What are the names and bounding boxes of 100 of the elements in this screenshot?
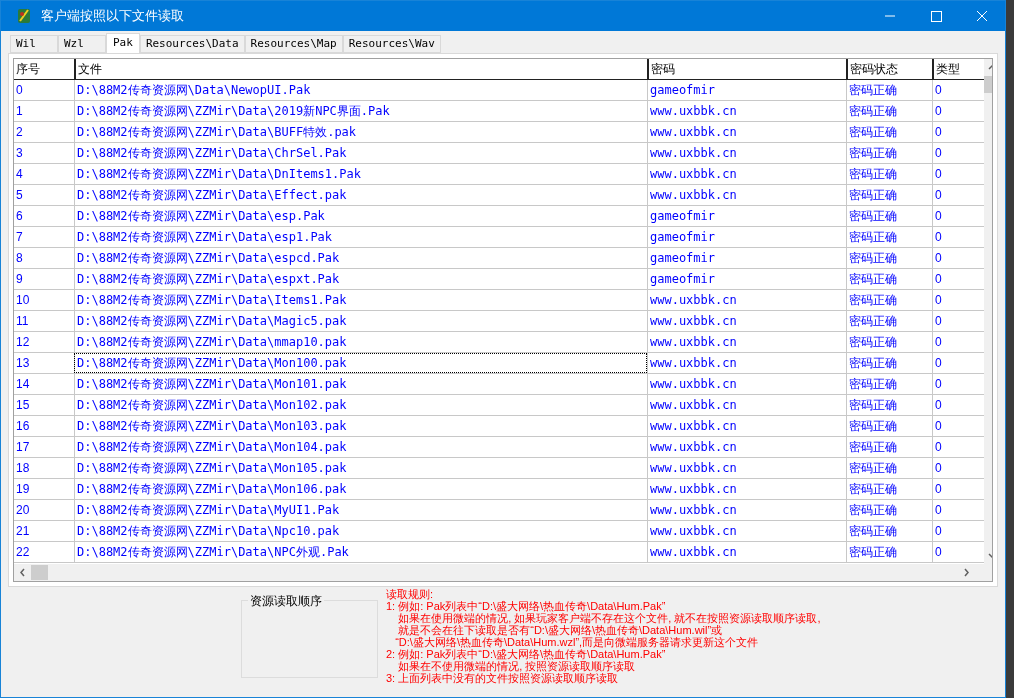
index-cell-text: 19 — [15, 481, 31, 498]
status-cell: 密码正确 — [846, 311, 932, 331]
file-cell: D:\88M2传奇资源网\ZZMir\Data\Mon104.pak — [74, 437, 647, 457]
password-cell: www.uxbbk.cn — [647, 311, 846, 331]
index-cell-text: 8 — [15, 250, 24, 267]
status-cell: 密码正确 — [846, 374, 932, 394]
rule-text: 就是不会在往下读取是否有“D:\盛大网络\热血传奇\Data\Hum.wil”或 — [397, 624, 723, 636]
index-cell-text: 11 — [15, 313, 30, 330]
file-cell: D:\88M2传奇资源网\ZZMir\Data\mmap10.pak — [74, 332, 647, 352]
status-cell: 密码正确 — [846, 248, 932, 268]
rule-text: 3: 上面列表中没有的文件按照资源读取顺序读取 — [386, 672, 619, 684]
file-cell: D:\88M2传奇资源网\ZZMir\Data\Mon105.pak — [74, 458, 647, 478]
tab[interactable]: Resources\Map — [244, 35, 343, 53]
column-header[interactable]: 密码状态 — [846, 59, 932, 79]
index-cell-text: 14 — [15, 376, 31, 393]
status-cell: 密码正确 — [846, 290, 932, 310]
index-cell-text: 6 — [15, 208, 24, 225]
index-cell-text: 16 — [15, 418, 31, 435]
status-cell: 密码正确 — [846, 80, 932, 100]
index-cell-text: 10 — [15, 292, 31, 309]
column-header[interactable]: 文件 — [74, 59, 647, 79]
status-cell: 密码正确 — [846, 143, 932, 163]
file-cell: D:\88M2传奇资源网\ZZMir\Data\ChrSel.Pak — [74, 143, 647, 163]
index-cell-text: 5 — [15, 187, 24, 204]
horizontal-scrollbar[interactable] — [14, 564, 992, 581]
rule-text: 读取规则: — [386, 588, 435, 600]
index-cell-text: 21 — [15, 523, 31, 540]
status-cell: 密码正确 — [846, 227, 932, 247]
file-cell: D:\88M2传奇资源网\ZZMir\Data\Magic5.pak — [74, 311, 647, 331]
status-cell: 密码正确 — [846, 185, 932, 205]
password-cell: www.uxbbk.cn — [647, 164, 846, 184]
scroll-thumb[interactable] — [31, 565, 48, 580]
password-cell: www.uxbbk.cn — [647, 332, 846, 352]
password-cell: gameofmir — [647, 269, 846, 289]
status-cell: 密码正确 — [846, 353, 932, 373]
tab[interactable]: Wzl — [58, 35, 106, 53]
password-cell: www.uxbbk.cn — [647, 416, 846, 436]
password-cell: www.uxbbk.cn — [647, 290, 846, 310]
password-cell: www.uxbbk.cn — [647, 353, 846, 373]
column-header[interactable]: 序号 — [14, 59, 74, 79]
status-cell: 密码正确 — [846, 500, 932, 520]
index-cell-text: 1 — [15, 103, 24, 120]
password-cell: www.uxbbk.cn — [647, 101, 846, 121]
index-cell-text: 7 — [15, 229, 24, 246]
password-cell: www.uxbbk.cn — [647, 143, 846, 163]
index-cell-text: 15 — [15, 397, 31, 414]
index-cell-text: 3 — [15, 145, 24, 162]
password-cell: gameofmir — [647, 227, 846, 247]
status-cell: 密码正确 — [846, 458, 932, 478]
index-cell-text: 13 — [15, 355, 31, 372]
status-cell: 密码正确 — [846, 479, 932, 499]
status-cell: 密码正确 — [846, 122, 932, 142]
status-cell: 密码正确 — [846, 164, 932, 184]
status-cell: 密码正确 — [846, 101, 932, 121]
index-cell-text: 18 — [15, 460, 31, 477]
tab[interactable]: Resources\Wav — [342, 35, 441, 53]
column-header[interactable]: 密码 — [647, 59, 846, 79]
password-cell: www.uxbbk.cn — [647, 437, 846, 457]
password-cell: www.uxbbk.cn — [647, 395, 846, 415]
index-cell-text: 0 — [15, 82, 24, 99]
index-cell-text: 20 — [15, 502, 31, 519]
status-cell: 密码正确 — [846, 395, 932, 415]
password-cell: gameofmir — [647, 80, 846, 100]
password-cell: www.uxbbk.cn — [647, 374, 846, 394]
rule-text: “D:\盛大网络\热血传奇\Data\Hum.wzl”,而是向微端服务器请求更新这个文件 — [394, 636, 760, 648]
index-cell-text: 2 — [15, 124, 24, 141]
file-cell: D:\88M2传奇资源网\ZZMir\Data\Mon106.pak — [74, 479, 647, 499]
tab[interactable]: Pak — [106, 33, 140, 53]
file-cell: D:\88M2传奇资源网\ZZMir\Data\Mon101.pak — [74, 374, 647, 394]
tab[interactable]: Resources\Data — [139, 35, 245, 53]
rule-text: 1: 例如: Pak列表中“D:\盛大网络\热血传奇\Data\Hum.Pak” — [386, 600, 667, 612]
status-cell: 密码正确 — [846, 542, 932, 562]
file-cell: D:\88M2传奇资源网\ZZMir\Data\Mon100.pak — [74, 353, 647, 373]
file-cell: D:\88M2传奇资源网\ZZMir\Data\NPC外观.Pak — [74, 542, 647, 562]
password-cell: www.uxbbk.cn — [647, 521, 846, 541]
file-cell: D:\88M2传奇资源网\ZZMir\Data\2019新NPC界面.Pak — [74, 101, 647, 121]
file-cell: D:\88M2传奇资源网\ZZMir\Data\BUFF特效.pak — [74, 122, 647, 142]
file-cell: D:\88M2传奇资源网\ZZMir\Data\espxt.Pak — [74, 269, 647, 289]
password-cell: www.uxbbk.cn — [647, 500, 846, 520]
group-title: 资源读取顺序 — [248, 592, 324, 610]
file-cell: D:\88M2传奇资源网\ZZMir\Data\esp1.Pak — [74, 227, 647, 247]
rule-text: 如果在不使用微端的情况, 按照资源读取顺序读取 — [397, 660, 637, 672]
index-cell-text: 4 — [15, 166, 24, 183]
password-cell: www.uxbbk.cn — [647, 185, 846, 205]
index-cell-text: 22 — [15, 544, 31, 561]
password-cell: www.uxbbk.cn — [647, 458, 846, 478]
password-cell: www.uxbbk.cn — [647, 122, 846, 142]
index-cell-text: 17 — [15, 439, 31, 456]
password-cell: www.uxbbk.cn — [647, 479, 846, 499]
index-cell-text: 9 — [15, 271, 24, 288]
file-cell: D:\88M2传奇资源网\ZZMir\Data\esp.Pak — [74, 206, 647, 226]
status-cell: 密码正确 — [846, 269, 932, 289]
file-cell: D:\88M2传奇资源网\ZZMir\Data\Items1.Pak — [74, 290, 647, 310]
status-cell: 密码正确 — [846, 206, 932, 226]
status-cell: 密码正确 — [846, 416, 932, 436]
app-icon — [15, 7, 33, 25]
tab[interactable]: Wil — [10, 35, 58, 53]
status-cell: 密码正确 — [846, 332, 932, 352]
password-cell: gameofmir — [647, 206, 846, 226]
password-cell: gameofmir — [647, 248, 846, 268]
